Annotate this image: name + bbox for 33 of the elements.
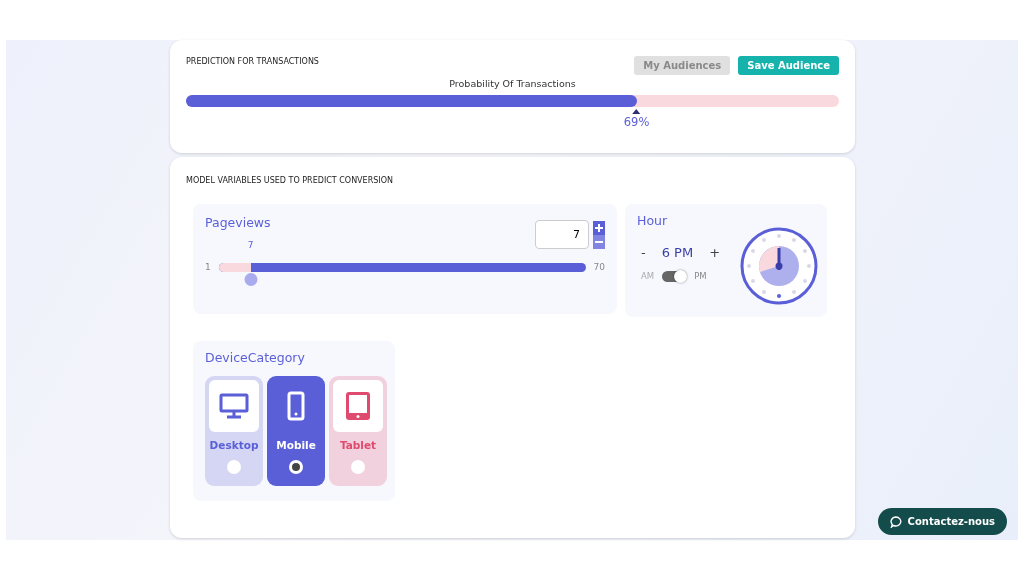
device-option[interactable]: Desktop <box>205 375 263 486</box>
section-title: MODEL VARIABLES USED TO PREDICT CONVERSION <box>186 175 394 187</box>
panel-title: Hour <box>636 212 669 230</box>
tablet-icon <box>345 390 371 421</box>
pm-label: PM <box>694 270 707 283</box>
panel-title: DeviceCategory <box>204 349 306 367</box>
percentage-reading: 69% <box>623 114 650 132</box>
section-title: PREDICTION FOR TRANSACTIONS <box>186 56 319 68</box>
slider-handle[interactable] <box>244 273 258 287</box>
am-label: AM <box>641 270 655 283</box>
increment-button[interactable] <box>593 220 605 235</box>
plus-icon <box>595 223 603 232</box>
hour-value: 6 PM <box>661 243 694 262</box>
pointer-icon <box>632 109 641 115</box>
device-option[interactable]: Mobile <box>267 375 325 486</box>
chat-button[interactable]: Contactez-nous <box>877 508 1007 535</box>
panel-title: Pageviews <box>205 214 271 232</box>
radio-button[interactable] <box>351 459 365 474</box>
slider-value: 7 <box>247 239 254 253</box>
monitor-icon <box>219 392 249 419</box>
slider-max: 70 <box>593 261 605 274</box>
chart-label: Probability Of Transactions <box>448 77 577 91</box>
chat-icon <box>889 515 902 528</box>
slider-min: 1 <box>205 261 211 274</box>
toggle-switch[interactable] <box>662 271 687 283</box>
save-audience-button[interactable]: Save Audience <box>738 56 839 75</box>
phone-icon <box>287 390 305 421</box>
number-field[interactable]: 7 <box>535 220 589 249</box>
device-option[interactable]: Tablet <box>329 375 387 486</box>
radio-button[interactable] <box>227 459 241 474</box>
radio-button[interactable] <box>289 459 303 474</box>
decrement-button[interactable]: - <box>641 242 646 263</box>
increment-button[interactable]: + <box>709 242 721 263</box>
